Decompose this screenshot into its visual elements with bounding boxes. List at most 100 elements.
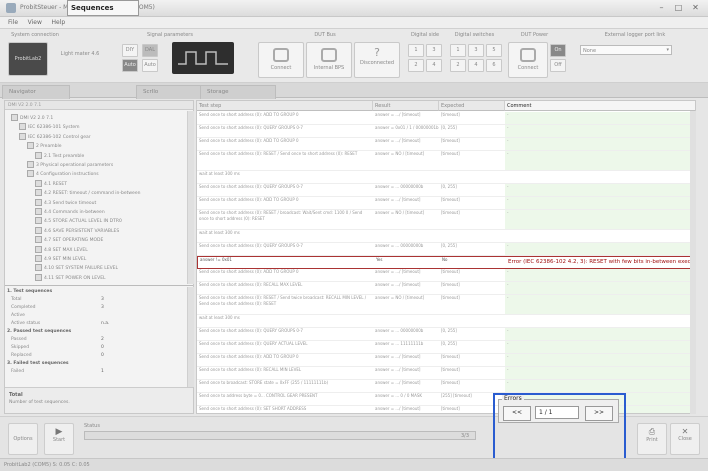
signal-dal-button[interactable]: DAL <box>142 44 158 57</box>
props-section-title[interactable]: 3. Failed test sequences <box>7 361 183 368</box>
maximize-button[interactable]: □ <box>672 2 685 13</box>
tree-item[interactable]: 3 Physical operational parameters <box>27 161 113 168</box>
table-row[interactable]: Send once to short address (0): RECALL M… <box>197 367 695 380</box>
checkbox-icon <box>35 255 42 262</box>
digital-switch-5[interactable]: 5 <box>486 44 502 57</box>
signal-auto-button-1[interactable]: Auto <box>122 59 138 72</box>
table-cell-comment <box>505 171 695 183</box>
table-cell-comment: - <box>505 197 695 209</box>
col-header-expected[interactable]: Expected <box>439 101 505 111</box>
internal-bps-button[interactable]: Internal BPS <box>306 42 352 78</box>
power-connect-button[interactable]: Connect <box>508 42 548 78</box>
col-header-result[interactable]: Result <box>373 101 439 111</box>
plug-icon <box>321 48 337 62</box>
disconnected-button[interactable]: ? Disconnected <box>354 42 400 78</box>
table-row[interactable]: Send once to short address (0): QUERY GR… <box>197 125 695 138</box>
tree-item[interactable]: 4.6 SAVE PERSISTENT VARIABLES <box>35 226 119 234</box>
table-row[interactable]: Send once to short address (0): QUERY GR… <box>197 328 695 341</box>
table-row[interactable]: Send once to short address (0): RESET / … <box>197 210 695 230</box>
props-scrollbar[interactable] <box>187 287 194 387</box>
tree-item[interactable]: 4.7 SET OPERATING MODE <box>35 236 103 244</box>
table-cell-step: Send once to short address (0): RESET / … <box>199 295 367 306</box>
digital-switches-label: Digital switches <box>454 32 495 38</box>
table-row[interactable]: Send once to short address (0): ADD TO G… <box>197 138 695 151</box>
digital-side-4[interactable]: 4 <box>426 59 442 72</box>
tree-item[interactable]: 2 Preamble <box>27 142 61 150</box>
table-row[interactable]: Send once to short address (0): RESET / … <box>197 151 695 171</box>
tab-scrollin[interactable]: ScrIlo <box>136 85 208 99</box>
power-off-toggle[interactable]: Off <box>550 59 566 72</box>
table-row[interactable]: Send once to short address (0): RESET / … <box>197 295 695 315</box>
options-button[interactable]: Options <box>8 423 38 455</box>
table-cell-step: Send once to short address (0): ADD TO G… <box>199 138 299 143</box>
waveform-display <box>172 42 234 74</box>
table-row[interactable]: Send once to short address (0): ADD TO G… <box>197 197 695 210</box>
logger-select[interactable]: None ▾ <box>580 45 672 55</box>
bus-connect-button[interactable]: Connect <box>258 42 304 78</box>
table-cell-result: Yes <box>376 257 383 262</box>
table-cell-expected: [timeout] <box>441 197 460 202</box>
menu-view[interactable]: View <box>28 19 42 26</box>
digital-side-2[interactable]: 2 <box>408 59 424 72</box>
checkbox-icon <box>11 114 18 121</box>
table-row[interactable]: Send once to short address (0): RECALL M… <box>197 282 695 295</box>
close-window-button[interactable]: ✕ <box>689 2 702 13</box>
tree-item[interactable]: 4.4 Commands in-between <box>35 208 105 215</box>
col-header-test-step[interactable]: Test step <box>197 101 373 111</box>
chevron-down-icon: ▾ <box>666 47 669 53</box>
tab-sequences[interactable]: Sequences <box>67 0 139 16</box>
tree-item[interactable]: 4.10 SET SYSTEM FAILURE LEVEL <box>35 264 118 272</box>
table-cell-step: Send once to short address (0): QUERY GR… <box>199 125 303 130</box>
table-row[interactable]: Send once to short address (0): ADD TO G… <box>197 354 695 367</box>
tree-item[interactable]: 4.3 Send twice timeout <box>35 198 96 206</box>
table-row[interactable]: Send once to short address (0): ADD TO G… <box>197 112 695 125</box>
digital-side-3[interactable]: 3 <box>426 44 442 57</box>
signal-diy-button[interactable]: DIY <box>122 44 138 57</box>
tab-navigator[interactable]: Navigator <box>2 85 70 99</box>
props-section-title[interactable]: 2. Passed test sequences <box>7 329 183 336</box>
checkbox-icon <box>19 123 26 131</box>
tree-item[interactable]: 2.1 Test preamble <box>35 151 84 159</box>
table-row[interactable]: wait at least 300 ms <box>197 171 695 184</box>
table-row[interactable]: Send once to broadcast: STORE state = 0x… <box>197 380 695 393</box>
menu-file[interactable]: File <box>8 19 18 26</box>
digital-switch-6[interactable]: 6 <box>486 59 502 72</box>
menu-help[interactable]: Help <box>51 19 65 26</box>
probitlab-button[interactable]: ProbitLab2 <box>8 42 48 76</box>
props-section-title[interactable]: 1. Test sequences <box>7 289 183 296</box>
table-row[interactable]: Send once to short address (0): QUERY GR… <box>197 243 695 256</box>
digital-side-1[interactable]: 1 <box>408 44 424 57</box>
tree-item[interactable]: 4.11 SET POWER ON LEVEL <box>35 273 106 281</box>
digital-switch-1[interactable]: 1 <box>450 44 466 57</box>
table-row[interactable]: Send once to short address (0): ADD TO G… <box>197 269 695 282</box>
table-row[interactable]: wait at least 300 ms <box>197 230 695 243</box>
tree-item[interactable]: 4 Configuration instructions <box>27 170 99 178</box>
print-button[interactable]: ⎙ Print <box>637 423 667 455</box>
tree-item[interactable]: 4.8 SET MAX LEVEL <box>35 245 88 253</box>
table-scrollbar[interactable] <box>690 111 696 414</box>
col-header-comment[interactable]: Comment <box>505 101 695 111</box>
table-row-error[interactable]: answer != 0x01 Yes No Error (IEC 62386-102 … <box>197 256 695 269</box>
table-row[interactable]: Send once to short address (0): QUERY AC… <box>197 341 695 354</box>
digital-switch-3[interactable]: 3 <box>468 44 484 57</box>
tree-item[interactable]: 4.9 SET MIN LEVEL <box>35 255 86 262</box>
tab-storage[interactable]: Storage <box>200 85 276 99</box>
tree-item[interactable]: IEC 62386-101 System <box>19 123 79 131</box>
start-button[interactable]: ▶ Start <box>44 423 74 455</box>
minimize-button[interactable]: – <box>655 2 668 13</box>
table-row[interactable]: wait at least 300 ms <box>197 315 695 328</box>
close-button[interactable]: ✕ Close <box>670 423 700 455</box>
tree-item[interactable]: DMI V2 2.0 7.1 <box>11 114 53 121</box>
table-cell-step: Send once to short address (0): QUERY AC… <box>199 341 308 346</box>
tree-item[interactable]: 4.1 RESET <box>35 179 67 187</box>
digital-switch-2[interactable]: 2 <box>450 59 466 72</box>
tree-item[interactable]: 4.2 RESET: timeout / command in-between <box>35 189 140 197</box>
table-row[interactable]: Send once to short address (0): QUERY GR… <box>197 184 695 197</box>
plug-icon <box>273 48 289 62</box>
tree-item[interactable]: 4.5 STORE ACTUAL LEVEL IN DTR0 <box>35 217 122 225</box>
tree-item[interactable]: IEC 62386-102 Control gear <box>19 132 91 140</box>
signal-auto-button-2[interactable]: Auto <box>142 59 158 72</box>
power-on-toggle[interactable]: On <box>550 44 566 57</box>
tree-scrollbar[interactable] <box>187 111 194 284</box>
digital-switch-4[interactable]: 4 <box>468 59 484 72</box>
